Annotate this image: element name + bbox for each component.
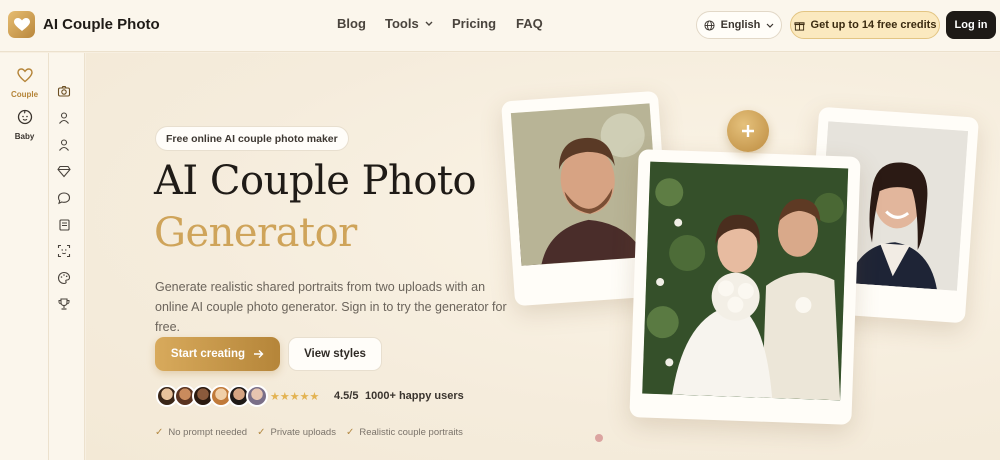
user-avatars <box>156 385 268 407</box>
result-card-couple <box>629 149 861 425</box>
free-credits-button[interactable]: Get up to 14 free credits <box>790 11 940 39</box>
feature-check-label: Private uploads <box>270 427 336 438</box>
feature-check-label: No prompt needed <box>168 427 248 438</box>
feature-check-item: ✓ No prompt needed <box>155 427 247 438</box>
hero-title-accent: Generator <box>154 210 357 256</box>
sidebar-item-couple[interactable]: Couple <box>0 68 49 99</box>
nav-blog[interactable]: Blog <box>337 16 366 31</box>
nav-tools[interactable]: Tools <box>385 16 433 31</box>
rating-stars-icon: ★★★★★ <box>270 391 320 403</box>
check-icon: ✓ <box>257 427 266 438</box>
camera-icon[interactable] <box>57 84 71 98</box>
feature-check-label: Realistic couple portraits <box>359 427 463 438</box>
nav-pricing[interactable]: Pricing <box>452 16 496 31</box>
chevron-down-icon <box>766 23 774 28</box>
add-photo-button[interactable] <box>727 110 769 152</box>
user-icon[interactable] <box>57 111 71 125</box>
face-scan-icon[interactable] <box>57 244 71 258</box>
sidebar-item-baby-label: Baby <box>14 132 35 141</box>
user-alt-icon[interactable] <box>57 138 71 152</box>
plus-icon <box>742 125 754 137</box>
carousel-dot[interactable] <box>595 434 603 442</box>
chevron-down-icon <box>425 21 433 26</box>
nav-tools-label: Tools <box>385 16 419 31</box>
scroll-icon[interactable] <box>57 218 71 232</box>
diamond-icon[interactable] <box>57 164 71 178</box>
couple-wedding-image <box>642 161 849 401</box>
chat-bubble-icon[interactable] <box>57 191 71 205</box>
avatar <box>246 385 268 407</box>
tool-sidebar <box>49 53 85 460</box>
trophy-icon[interactable] <box>57 297 71 311</box>
gift-icon <box>793 21 805 31</box>
hero-title: AI Couple Photo <box>154 158 477 204</box>
globe-icon <box>704 19 715 31</box>
logo[interactable]: AI Couple Photo <box>8 11 160 38</box>
sidebar-item-baby[interactable]: Baby <box>0 109 49 141</box>
language-label: English <box>720 19 761 31</box>
start-creating-label: Start creating <box>170 348 246 360</box>
check-icon: ✓ <box>155 427 164 438</box>
logo-heart-icon <box>8 11 35 38</box>
rating-value: 4.5/5 <box>334 390 359 402</box>
feature-check-item: ✓ Private uploads <box>257 427 336 438</box>
top-header: AI Couple Photo Blog Tools Pricing FAQ E… <box>0 0 1000 52</box>
start-creating-button[interactable]: Start creating <box>155 337 280 371</box>
baby-face-icon <box>17 109 32 125</box>
feature-checks: ✓ No prompt needed ✓ Private uploads ✓ Real… <box>155 427 463 438</box>
arrow-right-icon <box>254 350 264 358</box>
login-button[interactable]: Log in <box>946 11 996 39</box>
sidebar-item-couple-label: Couple <box>10 90 39 99</box>
check-icon: ✓ <box>345 427 355 438</box>
language-selector[interactable]: English <box>696 11 782 39</box>
hero-badge: Free online AI couple photo maker <box>155 126 349 151</box>
heart-icon <box>16 68 33 83</box>
happy-users-count: 1000+ happy users <box>365 390 464 402</box>
hero-description: Generate realistic shared portraits from… <box>155 280 507 334</box>
view-styles-button[interactable]: View styles <box>288 337 382 371</box>
nav-faq[interactable]: FAQ <box>516 16 543 31</box>
feature-check-item: ✓ Realistic couple portraits <box>346 427 463 438</box>
palette-icon[interactable] <box>57 271 71 285</box>
logo-text: AI Couple Photo <box>43 16 160 33</box>
free-credits-label: Get up to 14 free credits <box>810 19 937 31</box>
category-sidebar: Couple Baby <box>0 53 49 460</box>
